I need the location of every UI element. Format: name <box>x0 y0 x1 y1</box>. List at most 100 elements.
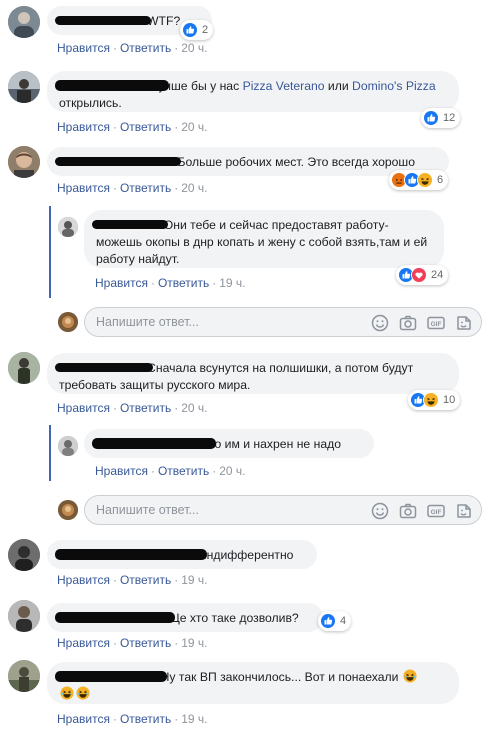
reply-button[interactable]: Ответить <box>120 401 171 415</box>
reply-button[interactable]: Ответить <box>120 573 171 587</box>
timestamp[interactable]: 20 ч. <box>181 181 207 195</box>
gif-icon[interactable]: GIF <box>427 502 445 520</box>
author-name[interactable] <box>55 548 207 562</box>
author-name[interactable] <box>92 218 168 232</box>
love-icon <box>411 267 427 283</box>
page-link[interactable]: Pizza Veterano <box>243 79 325 93</box>
avatar[interactable] <box>8 71 40 103</box>
comment-bubble: Больше робочих мест. Это всегда хорошо <box>47 147 449 176</box>
like-button[interactable]: Нравится <box>57 41 110 55</box>
reply-button[interactable]: Ответить <box>120 636 171 650</box>
avatar[interactable] <box>58 217 78 237</box>
comment-bubble: Ну так ВП закончилось... Вот и понаехали <box>47 662 459 704</box>
comment-actions: Нравится · Ответить · 19 ч. <box>95 276 246 290</box>
like-button[interactable]: Нравится <box>57 401 110 415</box>
avatar[interactable] <box>8 146 40 178</box>
reply-thread-line <box>49 206 51 298</box>
comment-text: Индифферентно <box>197 548 294 562</box>
avatar[interactable] <box>8 539 40 571</box>
rofl-emoji-icon <box>60 686 74 700</box>
comment-actions: Нравится · Ответить · 19 ч. <box>57 573 208 587</box>
like-button[interactable]: Нравится <box>95 276 148 290</box>
rofl-emoji-icon <box>403 669 417 683</box>
avatar[interactable] <box>8 600 40 632</box>
like-button[interactable]: Нравится <box>57 712 110 726</box>
like-button[interactable]: Нравится <box>95 464 148 478</box>
reaction-number: 6 <box>437 174 444 186</box>
reply-button[interactable]: Ответить <box>120 181 171 195</box>
haha-icon <box>423 392 439 408</box>
comment-actions: Нравится · Ответить · 20 ч. <box>57 181 208 195</box>
avatar <box>58 500 78 520</box>
timestamp[interactable]: 20 ч. <box>181 120 207 134</box>
reply-input[interactable]: Напишите ответ... GIF <box>84 495 482 525</box>
author-name[interactable] <box>55 155 181 169</box>
author-name[interactable] <box>55 670 167 684</box>
timestamp[interactable]: 20 ч. <box>181 401 207 415</box>
redaction <box>55 157 181 166</box>
timestamp[interactable]: 19 ч. <box>219 276 245 290</box>
reaction-number: 12 <box>443 112 456 124</box>
reaction-count[interactable]: 2 <box>180 20 214 40</box>
reaction-count[interactable]: 4 <box>318 611 352 631</box>
like-icon <box>182 22 198 38</box>
sticker-icon[interactable] <box>455 314 473 332</box>
reply-button[interactable]: Ответить <box>120 120 171 134</box>
timestamp[interactable]: 20 ч. <box>219 464 245 478</box>
author-name[interactable] <box>55 611 175 625</box>
emoji-icon[interactable] <box>371 314 389 332</box>
comment-text: Ну так ВП закончилось... Вот и понаехали <box>160 670 399 684</box>
reply-input[interactable]: Напишите ответ... GIF <box>84 307 482 337</box>
camera-icon[interactable] <box>399 314 417 332</box>
sticker-icon[interactable] <box>455 502 473 520</box>
gif-icon[interactable]: GIF <box>427 314 445 332</box>
avatar <box>58 312 78 332</box>
svg-text:GIF: GIF <box>431 509 442 516</box>
timestamp[interactable]: 19 ч. <box>181 636 207 650</box>
reaction-number: 2 <box>202 24 209 36</box>
comment-bubble: Сначала всунутся на полшишки, а потом бу… <box>47 353 459 394</box>
reaction-count[interactable]: 12 <box>421 108 461 128</box>
comment-bubble: Лучше бы у нас Pizza Veterano или Domino… <box>47 71 459 112</box>
comment-bubble: Це хто таке дозволив? <box>47 603 323 632</box>
author-name[interactable] <box>92 437 216 451</box>
like-button[interactable]: Нравится <box>57 120 110 134</box>
redaction <box>55 671 167 682</box>
like-button[interactable]: Нравится <box>57 636 110 650</box>
like-button[interactable]: Нравится <box>57 573 110 587</box>
redaction <box>55 549 207 560</box>
reaction-number: 10 <box>443 394 456 406</box>
author-name[interactable] <box>55 361 153 375</box>
reply-button[interactable]: Ответить <box>158 464 209 478</box>
timestamp[interactable]: 19 ч. <box>181 573 207 587</box>
timestamp[interactable]: 19 ч. <box>181 712 207 726</box>
timestamp[interactable]: 20 ч. <box>181 41 207 55</box>
comment-actions: Нравится · Ответить · 20 ч. <box>57 41 208 55</box>
avatar[interactable] <box>8 6 40 38</box>
redaction <box>92 438 216 449</box>
comment-actions: Нравится · Ответить · 20 ч. <box>57 120 208 134</box>
comment-bubble: оно им и нахрен не надо <box>84 429 374 458</box>
reply-button[interactable]: Ответить <box>120 41 171 55</box>
reply-thread-line <box>49 425 51 481</box>
author-name[interactable] <box>55 79 169 93</box>
like-button[interactable]: Нравится <box>57 181 110 195</box>
camera-icon[interactable] <box>399 502 417 520</box>
like-icon <box>320 613 336 629</box>
redaction <box>92 220 168 229</box>
avatar[interactable] <box>8 660 40 692</box>
reaction-count[interactable]: 24 <box>396 265 449 285</box>
reaction-count[interactable]: 6 <box>389 170 449 190</box>
avatar[interactable] <box>58 436 78 456</box>
rofl-emoji-icon <box>76 686 90 700</box>
reply-button[interactable]: Ответить <box>158 276 209 290</box>
emoji-icon[interactable] <box>371 502 389 520</box>
author-name[interactable] <box>55 14 151 28</box>
comment-text: WTF? <box>147 14 181 28</box>
redaction <box>55 80 169 91</box>
avatar[interactable] <box>8 352 40 384</box>
reaction-count[interactable]: 10 <box>408 390 461 410</box>
reply-button[interactable]: Ответить <box>120 712 171 726</box>
redaction <box>55 16 151 25</box>
page-link[interactable]: Domino's Pizza <box>352 79 436 93</box>
